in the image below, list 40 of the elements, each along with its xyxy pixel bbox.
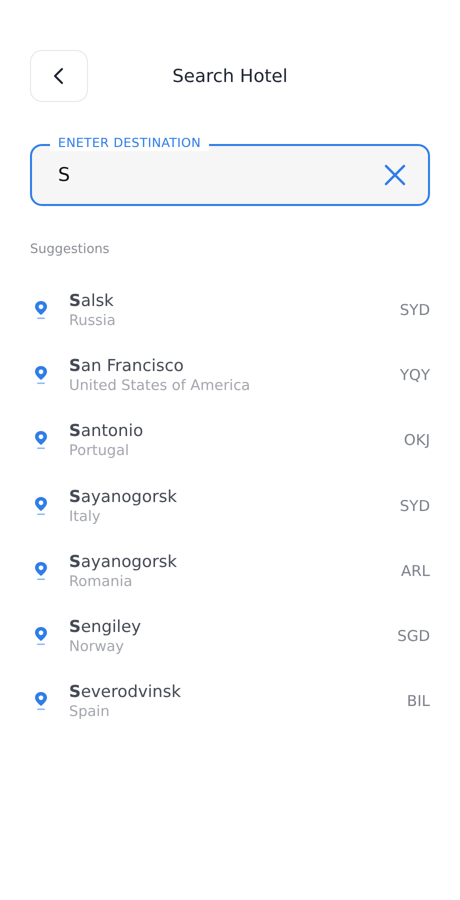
city-name: Santonio [69, 421, 144, 440]
city-name: Severodvinsk [69, 682, 181, 702]
country-name: Portugal [69, 443, 130, 460]
city-name: Sayanogorsk [69, 486, 177, 506]
city-name: Salsk [69, 290, 114, 310]
clear-icon[interactable] [384, 164, 406, 186]
airport-code: BIL [406, 692, 430, 710]
country-name: United States of America [69, 378, 250, 394]
city-name: San Francisco [69, 356, 184, 375]
location-pin-icon [34, 560, 48, 581]
location-pin-icon [34, 300, 48, 320]
city-name: Sengiley [69, 617, 142, 636]
section-title: Suggestions [30, 242, 110, 257]
airport-code: OKJ [404, 431, 430, 450]
location-pin-icon [34, 626, 48, 646]
location-pin-icon [34, 364, 48, 385]
airport-code: SYD [400, 496, 430, 515]
page-title: Search Hotel [172, 66, 288, 86]
airport-code: ARL [400, 562, 430, 580]
airport-code: SGD [397, 627, 430, 646]
location-pin-icon [34, 430, 48, 450]
country-name: Norway [69, 639, 124, 656]
suggestion-item[interactable]: Santonio Portugal OKJ [30, 408, 430, 473]
location-pin-icon [34, 496, 48, 516]
back-icon [52, 67, 66, 85]
airport-code: YQY [400, 366, 430, 384]
field-label: ENETER DESTINATION [50, 135, 209, 151]
suggestion-item[interactable]: Sayanogorsk Italy SYD [30, 472, 430, 538]
country-name: Spain [69, 704, 110, 720]
country-name: Russia [69, 312, 116, 329]
country-name: Italy [69, 508, 100, 525]
city-name: Sayanogorsk [69, 552, 177, 571]
location-pin-icon [34, 691, 48, 712]
airport-code: SYD [400, 300, 430, 319]
suggestion-item[interactable]: Sengiley Norway SGD [30, 603, 430, 669]
suggestion-item[interactable]: Severodvinsk Spain BIL [30, 668, 430, 734]
suggestion-item[interactable]: Salsk Russia SYD [30, 277, 430, 342]
suggestion-item[interactable]: San Francisco United States of America YQY [30, 342, 430, 408]
suggestion-item[interactable]: Sayanogorsk Romania ARL [30, 538, 430, 604]
country-name: Romania [69, 574, 132, 590]
